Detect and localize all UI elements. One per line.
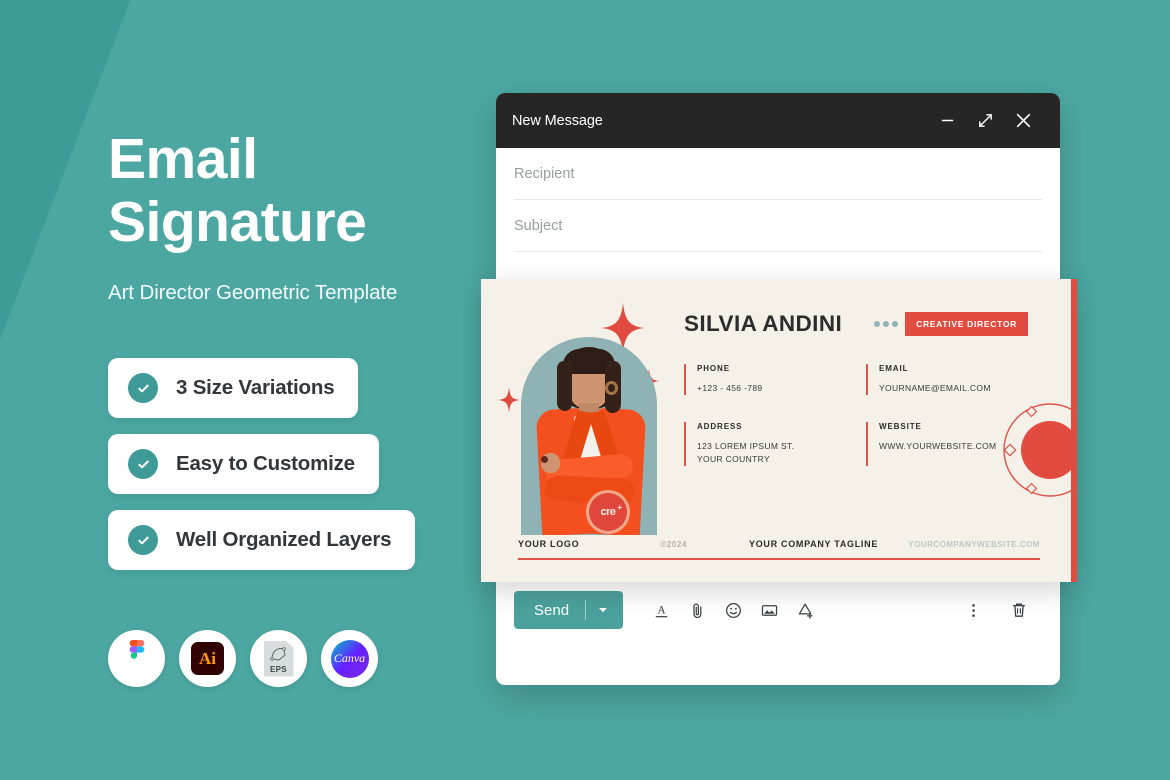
earring (605, 381, 618, 395)
feature-item-size-variations: 3 Size Variations (108, 358, 359, 418)
signature-name-row: SILVIA ANDINI CREATIVE DIRECTOR (684, 311, 1057, 337)
footer-year: ©2024 (660, 539, 688, 549)
page-title: Email Signature (108, 128, 508, 254)
chevron-down-icon[interactable] (586, 604, 620, 616)
attach-file-icon[interactable] (682, 595, 712, 625)
insert-image-icon[interactable] (754, 595, 784, 625)
toolbar-tools-left: A (640, 595, 820, 625)
subject-row[interactable] (514, 200, 1042, 252)
canva-circle: Canva (330, 639, 369, 678)
email-signature-card: cre + SILVIA ANDINI CREATIVE DIRECTOR PHO… (481, 279, 1077, 582)
compose-toolbar: Send A (496, 581, 1060, 639)
recipient-input[interactable] (514, 165, 1042, 182)
footer-tagline: YOUR COMPANY TAGLINE (749, 539, 879, 549)
footer-divider-line (518, 558, 1040, 560)
feature-label: Easy to Customize (176, 452, 355, 475)
logo-mark-plus: + (617, 503, 622, 512)
svg-text:A: A (657, 604, 666, 616)
contact-grid: PHONE +123 - 456 -789 EMAIL YOURNAME@EMA… (684, 364, 1057, 466)
page-subtitle: Art Director Geometric Template (108, 281, 398, 304)
portrait-photo: cre + (498, 303, 660, 535)
logo-mark-text: cre + (600, 503, 622, 518)
eps-tile: EPS (263, 640, 294, 677)
contact-label: ADDRESS (697, 422, 743, 431)
format-text-icon[interactable]: A (646, 595, 676, 625)
sparkle-icon-small (498, 387, 520, 418)
dots-decoration-icon (874, 321, 899, 327)
contact-value: 123 LOREM IPSUM ST. YOUR COUNTRY (697, 441, 795, 464)
supported-apps-list: Ai EPS Canva (108, 630, 378, 687)
expand-icon[interactable] (970, 106, 1000, 136)
contact-value: WWW.YOURWEBSITE.COM (879, 441, 997, 451)
canva-label: Canva (333, 651, 366, 665)
hair-side-left (557, 361, 572, 411)
check-circle-icon (128, 525, 158, 555)
trash-icon[interactable] (1004, 595, 1034, 625)
figma-icon (108, 630, 165, 687)
footer-logo-text: YOUR LOGO (518, 539, 580, 549)
close-icon[interactable] (1008, 106, 1038, 136)
pen-path-icon (269, 646, 286, 661)
contact-value: +123 - 456 -789 (697, 383, 763, 393)
minimize-icon[interactable] (932, 106, 962, 136)
signature-footer: YOUR LOGO ©2024 YOUR COMPANY TAGLINE YOU… (518, 539, 1040, 560)
feature-item-organized-layers: Well Organized Layers (108, 510, 416, 570)
feature-item-easy-customize: Easy to Customize (108, 434, 379, 494)
eps-label: EPS (270, 664, 287, 674)
illustrator-icon: Ai (179, 630, 236, 687)
insert-drive-icon[interactable] (790, 595, 820, 625)
compose-window-header: New Message (496, 93, 1060, 148)
role-badge: CREATIVE DIRECTOR (905, 312, 1028, 336)
signature-footer-row: YOUR LOGO ©2024 YOUR COMPANY TAGLINE YOU… (518, 539, 1040, 549)
nail (541, 456, 548, 463)
logo-mark-badge: cre + (589, 493, 627, 531)
promo-column: Email Signature Art Director Geometric T… (108, 128, 508, 305)
feature-label: Well Organized Layers (176, 528, 392, 551)
contact-label: EMAIL (879, 364, 909, 373)
contact-label: WEBSITE (879, 422, 922, 431)
footer-website: YOURCOMPANYWEBSITE.COM (908, 539, 1040, 549)
check-circle-icon (128, 373, 158, 403)
more-vertical-icon[interactable] (958, 595, 988, 625)
contact-item-website: WEBSITE WWW.YOURWEBSITE.COM (866, 422, 1057, 466)
emoji-icon[interactable] (718, 595, 748, 625)
compose-window-title: New Message (512, 112, 603, 129)
eps-file-icon: EPS (250, 630, 307, 687)
toolbar-tools-right (952, 595, 1034, 625)
illustrator-tile: Ai (191, 642, 224, 675)
subject-input[interactable] (514, 217, 1042, 234)
feature-list: 3 Size Variations Easy to Customize Well… (108, 358, 416, 586)
signature-name: SILVIA ANDINI (684, 311, 843, 336)
canva-icon: Canva (321, 630, 378, 687)
contact-label: PHONE (697, 364, 730, 373)
send-button[interactable]: Send (514, 591, 624, 629)
title-line-1: Email (108, 127, 258, 191)
contact-value: YOURNAME@EMAIL.COM (879, 383, 991, 393)
feature-label: 3 Size Variations (176, 376, 335, 399)
send-button-label: Send (534, 601, 570, 619)
check-circle-icon (128, 449, 158, 479)
contact-item-phone: PHONE +123 - 456 -789 (684, 364, 866, 395)
contact-item-email: EMAIL YOURNAME@EMAIL.COM (866, 364, 1057, 395)
contact-item-address: ADDRESS 123 LOREM IPSUM ST. YOUR COUNTRY (684, 422, 866, 466)
recipient-row[interactable] (514, 148, 1042, 200)
signature-details: SILVIA ANDINI CREATIVE DIRECTOR PHONE +1… (684, 311, 1057, 466)
title-line-2: Signature (108, 190, 367, 254)
